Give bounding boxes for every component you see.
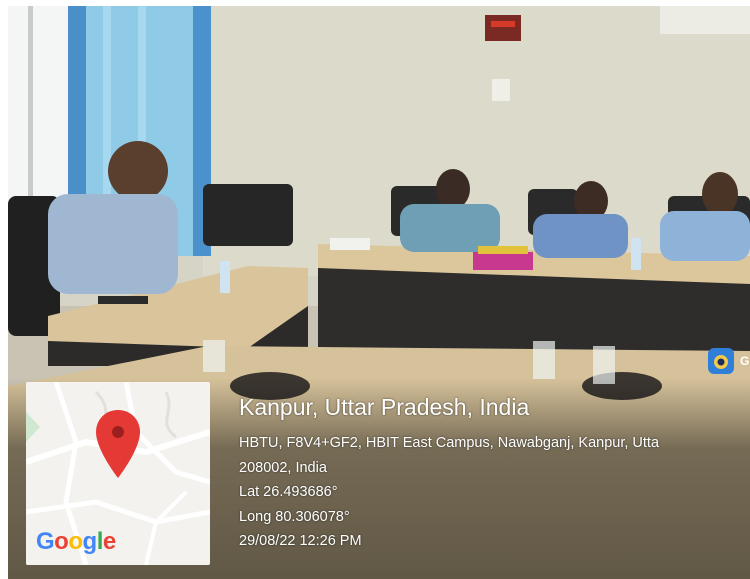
app-badge-letter: G	[740, 354, 750, 368]
google-logo: Google	[36, 528, 116, 555]
address-line-1: HBTU, F8V4+GF2, HBIT East Campus, Nawabg…	[239, 435, 660, 451]
gps-camera-icon	[708, 348, 734, 374]
meeting-photo: Google G Kanpur, Uttar Pradesh, India HB…	[8, 6, 750, 579]
map-pin-icon	[96, 410, 140, 478]
address-line-2: 208002, India	[239, 459, 327, 476]
location-title: Kanpur, Uttar Pradesh, India	[239, 394, 530, 420]
timestamp: 29/08/22 12:26 PM	[239, 533, 362, 549]
longitude: Long 80.306078°	[239, 508, 350, 525]
latitude: Lat 26.493686°	[239, 484, 338, 500]
map-thumbnail: Google	[26, 382, 210, 565]
geotag-info: Kanpur, Uttar Pradesh, India HBTU, F8V4+…	[239, 394, 659, 554]
